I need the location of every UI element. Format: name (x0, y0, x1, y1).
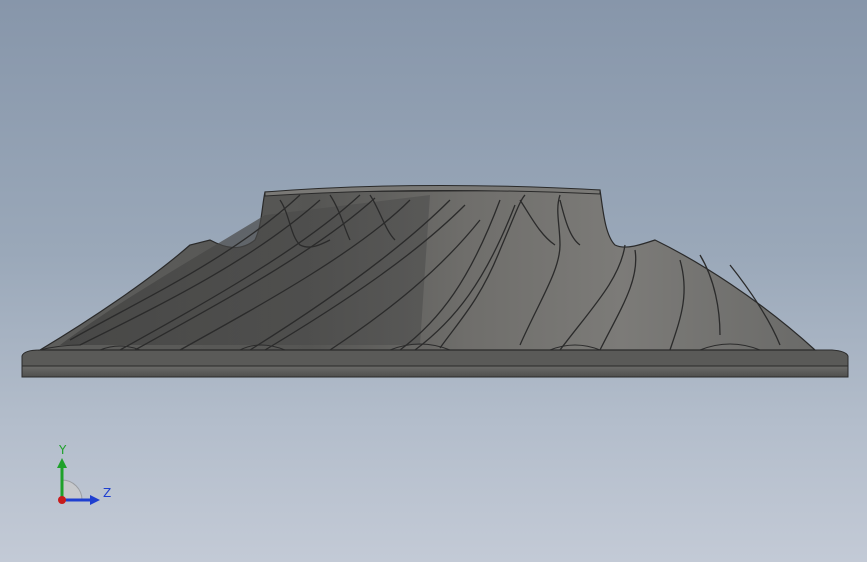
base-disk (21, 349, 849, 378)
x-axis-dot (58, 496, 66, 504)
y-axis-arrow (57, 458, 67, 468)
y-axis-label: Y (58, 443, 67, 457)
z-axis-arrow (90, 495, 100, 505)
graphics-viewport[interactable]: Y Z (0, 0, 867, 562)
axis-triad: Y Z (57, 443, 111, 505)
impeller-model[interactable] (0, 0, 867, 562)
z-axis-label: Z (103, 486, 111, 500)
triad-quadrant (61, 479, 83, 501)
